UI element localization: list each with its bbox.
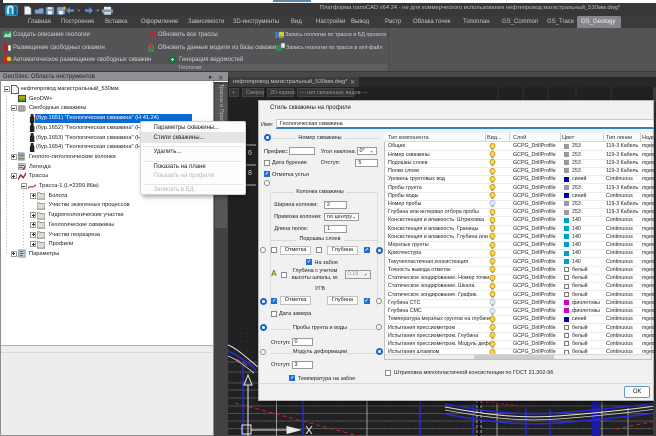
svg-text:6: 6 <box>248 150 252 157</box>
svg-text:8: 8 <box>248 170 252 177</box>
